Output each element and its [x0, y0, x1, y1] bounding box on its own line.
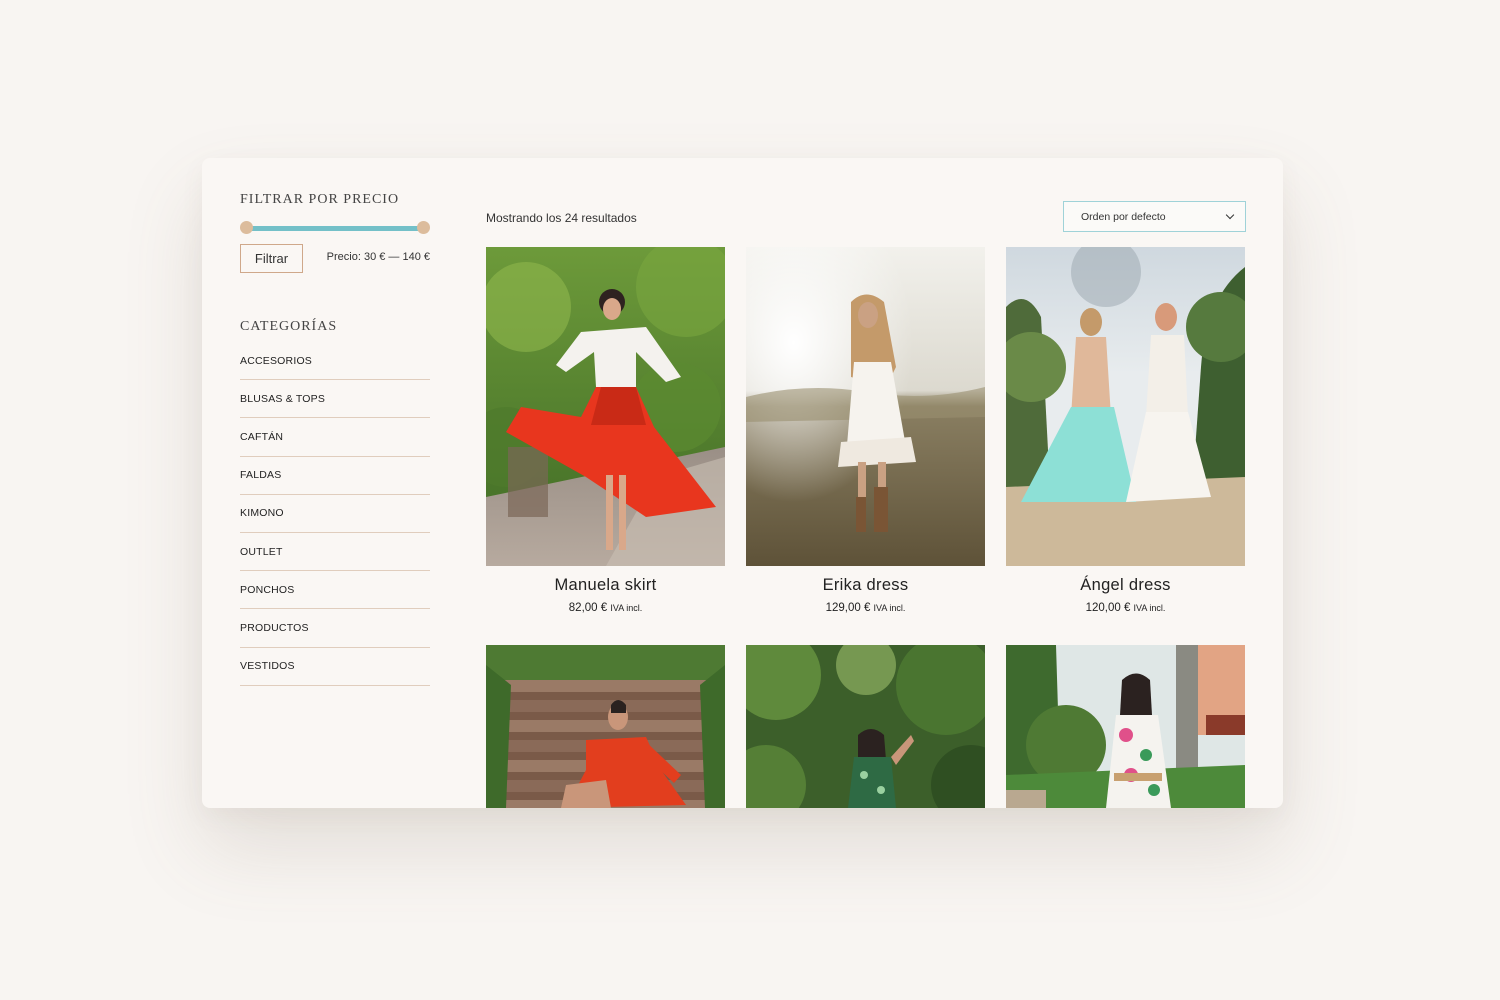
product-tax-note: IVA incl.	[873, 603, 906, 613]
category-item-outlet[interactable]: OUTLET	[240, 533, 430, 572]
filter-button[interactable]: Filtrar	[240, 244, 303, 273]
category-item-accesorios[interactable]: ACCESORIOS	[240, 342, 430, 381]
price-slider-track	[246, 226, 424, 231]
category-item-ponchos[interactable]: PONCHOS	[240, 571, 430, 610]
results-count: Mostrando los 24 resultados	[486, 211, 637, 225]
product-image-green-dress[interactable]	[746, 645, 985, 808]
product-card[interactable]	[1006, 645, 1245, 808]
sort-selected-value: Orden por defecto	[1081, 210, 1166, 223]
product-price: 120,00 € IVA incl.	[1006, 602, 1245, 614]
product-image-floral-dress[interactable]	[1006, 645, 1245, 808]
price-range-slider[interactable]	[240, 221, 430, 235]
category-item-vestidos[interactable]: VESTIDOS	[240, 648, 430, 686]
product-price: 82,00 € IVA incl.	[486, 602, 725, 614]
category-item-productos[interactable]: PRODUCTOS	[240, 609, 430, 648]
product-image-red-skirt[interactable]	[486, 247, 725, 566]
product-name[interactable]: Erika dress	[746, 576, 985, 595]
product-price: 129,00 € IVA incl.	[746, 602, 985, 614]
product-tax-note: IVA incl.	[1133, 603, 1166, 613]
category-item-caftan[interactable]: CAFTÁN	[240, 418, 430, 457]
price-filter-title: FILTRAR POR PRECIO	[240, 192, 400, 207]
product-card[interactable]	[486, 645, 725, 808]
category-item-kimono[interactable]: KIMONO	[240, 495, 430, 533]
category-item-faldas[interactable]: FALDAS	[240, 457, 430, 495]
product-image-white-dress[interactable]	[746, 247, 985, 566]
product-tax-note: IVA incl.	[610, 603, 643, 613]
product-card[interactable]: Manuela skirt 82,00 € IVA incl.	[486, 247, 725, 614]
product-price-amount: 82,00 €	[568, 602, 608, 614]
product-image-red-dress-stairs[interactable]	[486, 645, 725, 808]
category-item-blusas-tops[interactable]: BLUSAS & TOPS	[240, 380, 430, 419]
product-card[interactable]: Erika dress 129,00 € IVA incl.	[746, 247, 985, 614]
product-card[interactable]	[746, 645, 985, 808]
product-price-amount: 120,00 €	[1085, 602, 1131, 614]
price-slider-max-handle[interactable]	[417, 221, 430, 234]
shop-page: FILTRAR POR PRECIO Filtrar Precio: 30 € …	[202, 158, 1283, 808]
chevron-down-icon	[1225, 210, 1235, 220]
product-price-amount: 129,00 €	[825, 602, 871, 614]
product-image-two-dresses[interactable]	[1006, 247, 1245, 566]
price-slider-min-handle[interactable]	[240, 221, 253, 234]
sort-select[interactable]: Orden por defecto	[1063, 201, 1246, 232]
category-list: ACCESORIOS BLUSAS & TOPS CAFTÁN FALDAS K…	[240, 342, 430, 686]
categories-title: CATEGORÍAS	[240, 319, 338, 334]
product-area: Mostrando los 24 resultados Orden por de…	[486, 158, 1246, 808]
product-name[interactable]: Manuela skirt	[486, 576, 725, 595]
product-card[interactable]: Ángel dress 120,00 € IVA incl.	[1006, 247, 1245, 614]
product-name[interactable]: Ángel dress	[1006, 576, 1245, 595]
price-range-label: Precio: 30 € — 140 €	[326, 251, 430, 263]
